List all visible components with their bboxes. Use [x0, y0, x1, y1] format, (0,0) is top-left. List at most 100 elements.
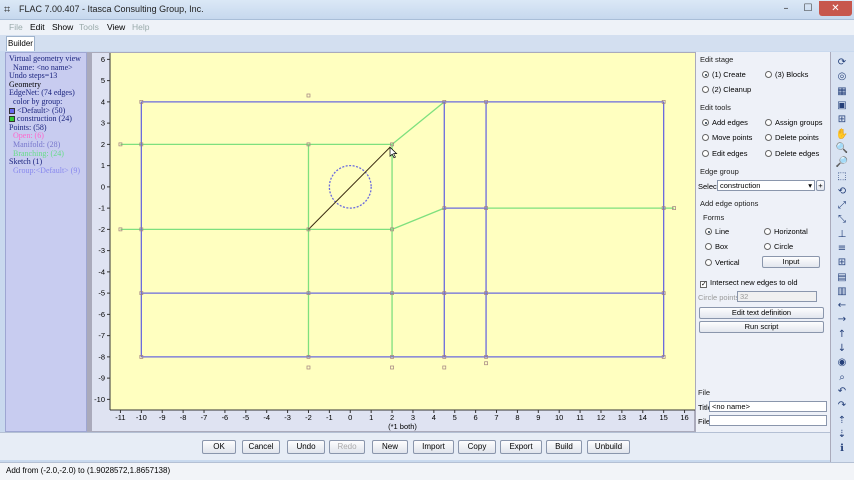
build-button[interactable]: Build	[546, 440, 582, 454]
axes-icon[interactable]: ⊥	[835, 228, 849, 241]
add-edge-options-title: Add edge options	[700, 199, 759, 208]
reset-view-icon[interactable]: ◎	[835, 70, 849, 83]
tool-add-edges-radio[interactable]: Add edges	[702, 118, 748, 127]
radio-indicator	[765, 134, 772, 141]
flac-app-icon[interactable]: ⌗	[4, 4, 16, 16]
circle-points-field[interactable]: 32	[737, 291, 817, 302]
target-icon[interactable]: ◉	[835, 356, 849, 369]
up-icon[interactable]: ⇡	[835, 414, 849, 427]
x-tick-label: 5	[453, 413, 457, 422]
export-button[interactable]: Export	[500, 440, 542, 454]
form-line-radio[interactable]: Line	[705, 227, 729, 236]
edit-text-definition-button[interactable]: Edit text definition	[699, 307, 824, 319]
radio-label: (3) Blocks	[775, 70, 809, 79]
info-icon[interactable]: ℹ	[835, 442, 849, 455]
title-field[interactable]: <no name>	[709, 401, 827, 412]
redo-view-icon[interactable]: ↷	[835, 399, 849, 412]
new-button[interactable]: New	[372, 440, 408, 454]
radio-label: Vertical	[715, 258, 740, 267]
zoom-out-icon[interactable]: 🔎	[835, 156, 849, 169]
minimize-button[interactable]: –	[775, 1, 797, 16]
action-bar: OK Cancel Undo Redo New Import Copy Expo…	[0, 432, 830, 460]
intersect-checkbox[interactable]: ✓ Intersect new edges to old	[700, 278, 798, 288]
radio-label: Circle	[774, 242, 794, 251]
geometry-plot[interactable]: -11 -10 -9 -8 -7 -6 -5 -4 -3 -2 -1 0 1 2 3 4 5 6 7 8 9 10 11 12…	[92, 53, 696, 433]
form-box-radio[interactable]: Box	[705, 242, 728, 251]
maximize-button[interactable]: ☐	[797, 1, 819, 16]
y-tick-label: 3	[101, 119, 105, 128]
view-icon[interactable]: ▦	[835, 85, 849, 98]
menu-file[interactable]: File	[9, 22, 23, 32]
file-field[interactable]	[709, 415, 827, 426]
undo-view-icon[interactable]: ↶	[835, 385, 849, 398]
table-icon[interactable]: ▥	[835, 285, 849, 298]
import-button[interactable]: Import	[413, 440, 454, 454]
tab-builder[interactable]: Builder	[6, 36, 35, 51]
status-text: Add from (-2.0,-2.0) to (1.9028572,1.865…	[6, 466, 171, 475]
form-vertical-radio[interactable]: Vertical	[705, 258, 740, 267]
x-tick-label: -6	[222, 413, 229, 422]
stage-cleanup-radio[interactable]: (2) Cleanup	[702, 85, 751, 94]
refresh-icon[interactable]: ⟳	[835, 56, 849, 69]
down-icon[interactable]: ⇣	[835, 428, 849, 441]
group-color-swatch	[9, 116, 15, 123]
mesh-icon[interactable]: ▤	[835, 271, 849, 284]
tool-move-points-radio[interactable]: Move points	[702, 133, 752, 142]
y-tick-label: 4	[101, 97, 105, 106]
zoom-in-icon[interactable]: 🔍	[835, 142, 849, 155]
window-title: FLAC 7.00.407 - Itasca Consulting Group,…	[19, 4, 204, 14]
grid-plot-icon[interactable]: ⊞	[835, 256, 849, 269]
x-tick-label: 0	[348, 413, 352, 422]
tool-delete-points-radio[interactable]: Delete points	[765, 133, 819, 142]
down-arrow-icon[interactable]: ↓	[835, 342, 849, 355]
fit-all-icon[interactable]: ⤡	[835, 213, 849, 226]
stage-create-radio[interactable]: (1) Create	[702, 70, 746, 79]
plot-area[interactable]: -11 -10 -9 -8 -7 -6 -5 -4 -3 -2 -1 0 1 2 3 4 5 6 7 8 9 10 11 12…	[91, 52, 695, 432]
tool-assign-groups-radio[interactable]: Assign groups	[765, 118, 823, 127]
menu-tools[interactable]: Tools	[79, 22, 99, 32]
tree-line-text: Group:<Default> (9)	[13, 165, 81, 175]
radio-indicator	[702, 119, 709, 126]
zoom-box-icon[interactable]: ⬚	[835, 170, 849, 183]
run-script-button[interactable]: Run script	[699, 321, 824, 333]
cancel-button[interactable]: Cancel	[242, 440, 280, 454]
form-circle-radio[interactable]: Circle	[764, 242, 793, 251]
grid-icon[interactable]: ▣	[835, 99, 849, 112]
ok-button[interactable]: OK	[202, 440, 236, 454]
form-horizontal-radio[interactable]: Horizontal	[764, 227, 808, 236]
add-group-button[interactable]: +	[816, 180, 825, 191]
tool-delete-edges-radio[interactable]: Delete edges	[765, 149, 819, 158]
edit-stage-title: Edit stage	[700, 55, 734, 64]
input-button[interactable]: Input	[762, 256, 820, 268]
edit-tools-title: Edit tools	[700, 103, 731, 112]
pan-icon[interactable]: ✋	[835, 128, 849, 141]
edge-group-select[interactable]: construction ▾	[717, 180, 815, 191]
layer-icon[interactable]: ≡	[835, 242, 849, 255]
edge-group-select-value: construction	[720, 181, 761, 190]
unbuild-button[interactable]: Unbuild	[587, 440, 630, 454]
stage-blocks-radio[interactable]: (3) Blocks	[765, 70, 808, 79]
x-tick-label: 6	[474, 413, 478, 422]
radio-label: Delete points	[775, 133, 819, 142]
up-arrow-icon[interactable]: ↑	[835, 328, 849, 341]
forms-title: Forms	[703, 213, 725, 222]
y-tick-label: -6	[98, 310, 105, 319]
menu-show[interactable]: Show	[52, 22, 73, 32]
menu-help[interactable]: Help	[132, 22, 149, 32]
arrow-left-icon[interactable]: ←	[835, 299, 849, 312]
tool-edit-edges-radio[interactable]: Edit edges	[702, 149, 747, 158]
copy-button[interactable]: Copy	[458, 440, 496, 454]
search-icon[interactable]: ⌕	[835, 371, 849, 384]
x-tick-label: -2	[305, 413, 312, 422]
menu-edit[interactable]: Edit	[30, 22, 45, 32]
fit-icon[interactable]: ⤢	[835, 199, 849, 212]
x-tick-label: 2	[390, 413, 394, 422]
undo-button[interactable]: Undo	[287, 440, 325, 454]
rotate-icon[interactable]: ⟲	[835, 185, 849, 198]
arrow-right-icon[interactable]: →	[835, 313, 849, 326]
close-button[interactable]: ✕	[819, 1, 852, 16]
menu-view[interactable]: View	[107, 22, 125, 32]
radio-label: Horizontal	[774, 227, 808, 236]
select-icon[interactable]: ⊞	[835, 113, 849, 126]
redo-button[interactable]: Redo	[329, 440, 365, 454]
